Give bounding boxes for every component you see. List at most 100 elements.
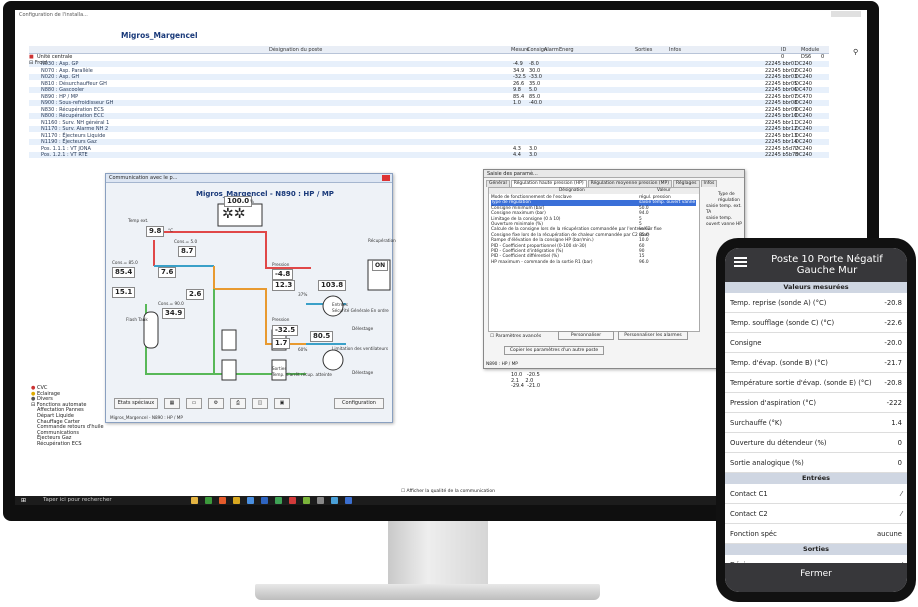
start-icon[interactable]: ⊞ <box>21 497 26 504</box>
temp-ext-value: 9.8 <box>146 226 165 237</box>
row-id: 22245 bbr09 <box>765 106 798 113</box>
tab-general[interactable]: Général <box>486 180 510 187</box>
param-row[interactable]: HP maximum - commande de la sortie R1 (b… <box>491 260 696 265</box>
col-energ[interactable]: Energ <box>559 47 574 53</box>
param-value[interactable]: 96.0 <box>639 260 649 265</box>
row-id: 22245 bbr05 <box>765 80 798 87</box>
chart-tool-icon[interactable]: ▦ <box>164 398 180 409</box>
folder-icon[interactable] <box>191 497 198 504</box>
section-measures: Valeurs mesurées <box>725 282 907 293</box>
monitor-base <box>255 584 600 600</box>
row-nm: Pos. 1.1.1 : VT JONA <box>41 145 91 152</box>
table-row[interactable]: N1170 : Surv. Alarme NH 2 22245 bbr12 DC24… <box>29 126 829 132</box>
app-icon[interactable] <box>303 497 310 504</box>
col-designation[interactable]: Désignation du poste <box>269 47 322 53</box>
table-row[interactable]: N800 : Récupération ECC 22245 bbr10 DC240 <box>29 113 829 119</box>
table-row[interactable]: N1170 : Éjecteurs Liquide 22245 bbr13 DC24… <box>29 133 829 139</box>
alarm-custom-button[interactable]: Personnaliser les alarmes <box>618 331 688 340</box>
type-option[interactable]: saisie temp. ouvert vanne HP <box>706 216 744 228</box>
phone-row: Temp. soufflage (sonde C) (°C) -22.6 <box>725 313 907 333</box>
grid-top-row[interactable]: ■ Unité centrale 0 DS6 0 <box>29 54 829 60</box>
hamburger-menu-icon[interactable] <box>734 257 747 267</box>
taskbar-search[interactable]: Taper ici pour rechercher <box>43 497 112 503</box>
gear-tool-icon[interactable]: ⚙ <box>208 398 224 409</box>
row-id: 22245 bbr06 <box>765 87 798 93</box>
param-row[interactable]: Type de régulation saisie temp. ouvert va… <box>491 200 696 211</box>
col-alarm[interactable]: Alarm <box>544 47 559 53</box>
row-mod: DC240 <box>795 139 812 145</box>
binoculars-icon[interactable]: ⚲ <box>853 48 858 56</box>
table-row[interactable]: N020 : Asp. GH -32.5 -33.0 22245 bbr03 DC240 <box>29 74 829 80</box>
tab-infos[interactable]: Infos <box>700 180 718 187</box>
table-row[interactable]: N880 : Gascooler 9.8 5.0 22245 bbr06 DC470 <box>29 87 829 93</box>
table-row[interactable]: N1160 : Surv. NH général 1 22245 bbr11 DC2… <box>29 120 829 126</box>
table-row[interactable]: N900 : Sous-refroidisseur GH 1.0 -40.0 2224… <box>29 100 829 106</box>
app-icon[interactable] <box>317 497 324 504</box>
table-row[interactable]: Pos. 1.1.1 : VT JONA 4.3 3.0 22245 b5d77 DC2… <box>29 146 829 152</box>
table-row[interactable]: Pos. 1.2.1 : VT RTE 4.4 3.0 22245 b5b78 DC24… <box>29 152 829 158</box>
param-row[interactable]: Consigne maximum (bar) 94.0 <box>491 211 696 216</box>
expand-icon[interactable]: ⊟ <box>29 60 33 66</box>
tree-other-nodes: ● CVC ● Eclairage ● Divers ⊟ Fonctions a… <box>31 385 104 448</box>
copy-params-button[interactable]: Copier les paramètres d'un autre poste <box>504 346 604 355</box>
chrome-icon[interactable] <box>219 497 226 504</box>
param-row[interactable]: Limitage de la consigne (0 à 10) 5 <box>491 217 696 222</box>
param-row[interactable]: Rampe d'élévation de la consigne HP (bar… <box>491 238 696 243</box>
table-row[interactable]: N030 : Asp. GP -4.9 -8.0 22245 bbr01 DC240 <box>29 61 829 67</box>
app-icon[interactable] <box>233 497 240 504</box>
row-mod: DC240 <box>795 67 812 74</box>
delestage-label-1: Délestage <box>352 326 374 331</box>
app-icon[interactable] <box>289 497 296 504</box>
configuration-button[interactable]: Configuration <box>334 398 384 409</box>
table-row[interactable]: N1190 : Éjecteurs Gaz 22245 bbr14 DC240 <box>29 139 829 145</box>
advanced-checkbox[interactable]: ☐ Paramètres avancés <box>490 334 541 339</box>
tab-mp[interactable]: Régulation moyenne pression (MP) <box>587 180 672 187</box>
col-id[interactable]: ID <box>781 47 786 53</box>
phone-row: Pression d'aspiration (°C) -222 <box>725 393 907 413</box>
app-icon[interactable] <box>247 497 254 504</box>
app-icon[interactable] <box>345 497 352 504</box>
lower-row[interactable]: -29.4 -21.0 <box>511 383 540 390</box>
entrees-label: Entrées <box>332 302 348 307</box>
close-button[interactable]: Fermer <box>725 563 907 592</box>
tree-sub-recup[interactable]: Récupération ECS <box>31 441 104 448</box>
table-row[interactable]: N070 : Asp. Parallèle 34.9 30.0 22245 bbr02… <box>29 68 829 74</box>
comm-close-icon[interactable] <box>382 175 390 181</box>
app-icon[interactable] <box>275 497 282 504</box>
param-row[interactable]: PID - Coefficient proportionnel (0-100 s… <box>491 244 696 249</box>
app-icon[interactable] <box>261 497 268 504</box>
phone-row: Consigne -20.0 <box>725 333 907 353</box>
col-infos[interactable]: Infos <box>669 47 681 53</box>
personnaliser-button[interactable]: Personnaliser <box>558 331 614 340</box>
tree-label-froid[interactable]: Froid <box>35 60 47 66</box>
table-row[interactable]: N830 : Récupération ECS 22245 bbr09 DC240 <box>29 107 829 113</box>
tab-hp[interactable]: Régulation haute pression (HP) <box>510 180 587 187</box>
param-table: Désignation Valeur Mode de fonctionnemen… <box>488 187 700 332</box>
col-module[interactable]: Module <box>801 47 819 53</box>
settings-tabs: Général Régulation haute pression (HP) Rég… <box>484 178 744 187</box>
row-mod: DC240 <box>795 152 812 158</box>
row-value: 1.4 <box>891 419 902 427</box>
spotify-icon[interactable] <box>205 497 212 504</box>
param-label: PID - Coefficient différentiel (%) <box>491 254 559 260</box>
print-tool-icon[interactable]: ⎙ <box>230 398 246 409</box>
quality-checkbox[interactable]: ☐ Afficher la qualité de la communicatio… <box>401 489 495 494</box>
tab-reglages[interactable]: Réglages <box>672 180 700 187</box>
window-tool-icon[interactable]: ▭ <box>186 398 202 409</box>
param-label: PID - Coefficient proportionnel (0-100 s… <box>491 243 587 249</box>
phone-row: Contact C2 ⁄ <box>725 504 907 524</box>
tree-node[interactable]: ⊟ Froid <box>29 60 47 67</box>
table-row[interactable]: N810 : Désurchauffeur GH 26.6 35.0 22245 bb… <box>29 81 829 87</box>
type-option[interactable]: saisie temp. ext. TA <box>706 204 744 216</box>
param-row[interactable]: Calcule de la consigne lors de la récupé… <box>491 227 696 232</box>
window-controls[interactable] <box>831 11 861 17</box>
pression-label-2: Pression <box>272 317 290 322</box>
param-row[interactable]: PID - Coefficient différentiel (%) 15 <box>491 254 696 259</box>
graph-tool-icon[interactable]: ◫ <box>252 398 268 409</box>
row-value: -20.0 <box>884 339 902 347</box>
diskette-tool-icon[interactable]: ▣ <box>274 398 290 409</box>
etats-speciaux-button[interactable]: Etats spéciaux <box>114 398 158 409</box>
col-sorties[interactable]: Sorties <box>635 47 652 53</box>
app-icon[interactable] <box>331 497 338 504</box>
table-row[interactable]: N890 : HP / MP 85.4 85.0 22245 bbr07 DC470 <box>29 94 829 100</box>
